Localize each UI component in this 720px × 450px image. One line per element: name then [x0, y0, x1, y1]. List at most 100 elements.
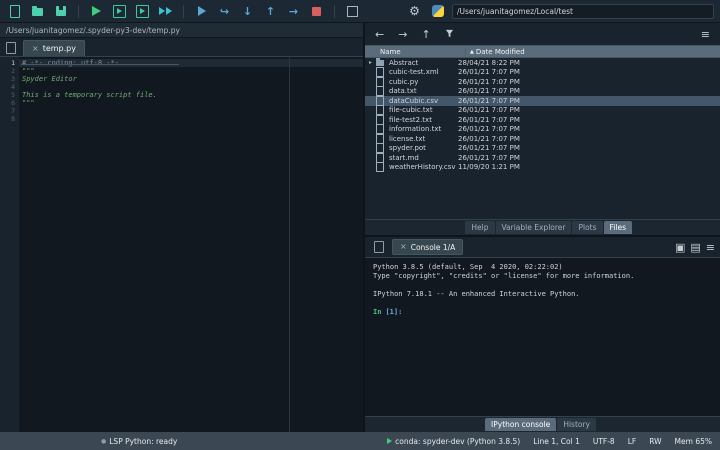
line-number: 3 [11, 75, 15, 83]
table-row[interactable]: spyder.pot 26/01/21 7:07 PM [365, 143, 720, 154]
tab-files[interactable]: Files [603, 221, 632, 234]
run-cell-advance-icon[interactable] [134, 3, 151, 20]
stop-debug-icon[interactable] [308, 3, 325, 20]
table-row[interactable]: cubic.py 26/01/21 7:07 PM [365, 76, 720, 87]
open-file-icon[interactable] [29, 3, 46, 20]
debug-icon[interactable] [193, 3, 210, 20]
tab-temp-py[interactable]: × temp.py [23, 40, 85, 56]
files-panel: ← → ↑ ≡ Name ▲ Date Modified ▸ Abstract … [365, 23, 720, 235]
file-icon [376, 114, 389, 125]
run-icon[interactable] [88, 3, 105, 20]
rerun-cell-icon[interactable] [157, 3, 174, 20]
tab-history[interactable]: History [557, 418, 596, 431]
file-icon [376, 162, 389, 173]
column-header-name[interactable]: Name [365, 47, 466, 56]
python-logo-icon[interactable] [429, 3, 446, 20]
table-row[interactable]: file-cubic.txt 26/01/21 7:07 PM [365, 105, 720, 116]
console-options-menu-icon[interactable]: ≡ [706, 242, 715, 253]
files-options-menu-icon[interactable]: ≡ [701, 29, 710, 40]
editor-tabbar: × temp.py [0, 38, 363, 57]
forward-icon[interactable]: → [398, 29, 407, 40]
toolbar-separator [334, 4, 335, 18]
table-row-selected[interactable]: dataCubic.csv 26/01/21 7:07 PM [365, 95, 720, 106]
file-date: 26/01/21 7:07 PM [458, 96, 520, 105]
stop-glyph [312, 6, 321, 16]
column-header-date-modified[interactable]: Date Modified [476, 48, 525, 56]
code-area[interactable]: # -*- coding: utf-8 -*- """ Spyder Edito… [19, 57, 363, 432]
step-over-icon[interactable]: ↪ [216, 3, 233, 20]
table-row[interactable]: file-test2.txt 26/01/21 7:07 PM [365, 114, 720, 125]
lsp-status[interactable]: ● LSP Python: ready [101, 437, 177, 446]
table-row[interactable]: weatherHistory.csv 11/09/20 1:21 PM [365, 162, 720, 173]
right-pane: ← → ↑ ≡ Name ▲ Date Modified ▸ Abstract … [365, 23, 720, 432]
code-line[interactable]: """ [19, 99, 363, 107]
parent-directory-icon[interactable]: ↑ [421, 29, 430, 40]
continue-execution-icon[interactable]: → [285, 3, 302, 20]
status-bar: ● LSP Python: ready conda: spyder-dev (P… [0, 432, 720, 450]
tab-ipython-console[interactable]: IPython console [485, 418, 557, 431]
console-tab-label: Console 1/A [410, 242, 456, 252]
files-toolbar: ← → ↑ ≡ [365, 23, 720, 45]
file-icon [376, 76, 389, 87]
code-line[interactable]: # -*- coding: utf-8 -*- [19, 59, 363, 67]
file-name: file-cubic.txt [389, 106, 433, 115]
file-name: weatherHistory.csv [389, 163, 456, 172]
spyder-window: ↪ ↓ ↑ → ⚙ /Users/juanitagomez/.spyder-py… [0, 0, 720, 450]
browse-tabs-icon[interactable] [2, 40, 19, 56]
back-icon[interactable]: ← [375, 29, 384, 40]
table-row[interactable]: cubic-test.xml 26/01/21 7:07 PM [365, 67, 720, 78]
file-date: 26/01/21 7:07 PM [458, 125, 520, 134]
file-date: 26/01/21 7:07 PM [458, 106, 520, 115]
console-output[interactable]: Python 3.8.5 (default, Sep 4 2020, 02:22… [365, 258, 720, 416]
run-cell-icon[interactable] [111, 3, 128, 20]
code-line[interactable] [19, 107, 363, 115]
code-line[interactable] [19, 83, 363, 91]
step-into-icon[interactable]: ↓ [239, 3, 256, 20]
conda-environment-status[interactable]: conda: spyder-dev (Python 3.8.5) [387, 437, 520, 446]
preferences-wrench-icon[interactable]: ⚙ [406, 3, 423, 20]
file-icon [376, 124, 389, 135]
table-row[interactable]: license.txt 26/01/21 7:07 PM [365, 133, 720, 144]
current-line-rule [21, 64, 179, 65]
save-icon[interactable] [52, 3, 69, 20]
permissions-status: RW [649, 436, 662, 446]
file-path-text: /Users/juanitagomez/.spyder-py3-dev/temp… [6, 25, 180, 35]
toolbar-separator [78, 4, 79, 18]
tab-plots[interactable]: Plots [572, 221, 603, 234]
open-in-window-icon[interactable]: ▣ [675, 242, 685, 253]
table-row[interactable]: ▸ Abstract 28/04/21 8:22 PM [365, 58, 720, 68]
file-icon [376, 133, 389, 144]
close-icon[interactable]: × [400, 243, 407, 251]
table-row[interactable]: information.txt 26/01/21 7:07 PM [365, 124, 720, 135]
code-line[interactable]: Spyder Editor [19, 75, 363, 83]
tab-help[interactable]: Help [465, 221, 495, 234]
table-row[interactable]: start.md 26/01/21 7:07 PM [365, 152, 720, 163]
console-prompt[interactable]: In [1]: [373, 308, 712, 317]
files-table: ▸ Abstract 28/04/21 8:22 PM cubic-test.x… [365, 58, 720, 173]
file-name: dataCubic.csv [389, 96, 439, 105]
code-editor[interactable]: 1 2 3 4 5 6 7 8 # -*- coding: utf-8 -*- … [0, 57, 363, 432]
main-toolbar: ↪ ↓ ↑ → ⚙ [0, 0, 720, 23]
new-console-icon[interactable] [370, 239, 387, 256]
tab-console-1a[interactable]: × Console 1/A [392, 239, 464, 255]
file-name: Abstract [389, 58, 419, 67]
filter-funnel-icon[interactable] [445, 29, 454, 40]
code-line[interactable]: This is a temporary script file. [19, 91, 363, 99]
table-row[interactable]: data.txt 26/01/21 7:07 PM [365, 86, 720, 97]
close-icon[interactable]: × [32, 44, 39, 53]
python-glyph [431, 5, 444, 17]
working-directory-input[interactable] [452, 3, 714, 19]
step-return-icon[interactable]: ↑ [262, 3, 279, 20]
console-environment-icon[interactable]: ▤ [690, 242, 700, 253]
new-file-icon[interactable] [6, 3, 23, 20]
tab-variable-explorer[interactable]: Variable Explorer [495, 221, 572, 234]
maximize-pane-icon[interactable] [344, 3, 361, 20]
chevron-right-icon[interactable]: ▸ [369, 59, 376, 66]
main-area: /Users/juanitagomez/.spyder-py3-dev/temp… [0, 23, 720, 432]
code-line[interactable]: """ [19, 67, 363, 75]
document-glyph [5, 42, 16, 54]
code-line[interactable] [19, 115, 363, 123]
files-empty-space [365, 172, 720, 219]
file-date: 26/01/21 7:07 PM [458, 134, 520, 143]
